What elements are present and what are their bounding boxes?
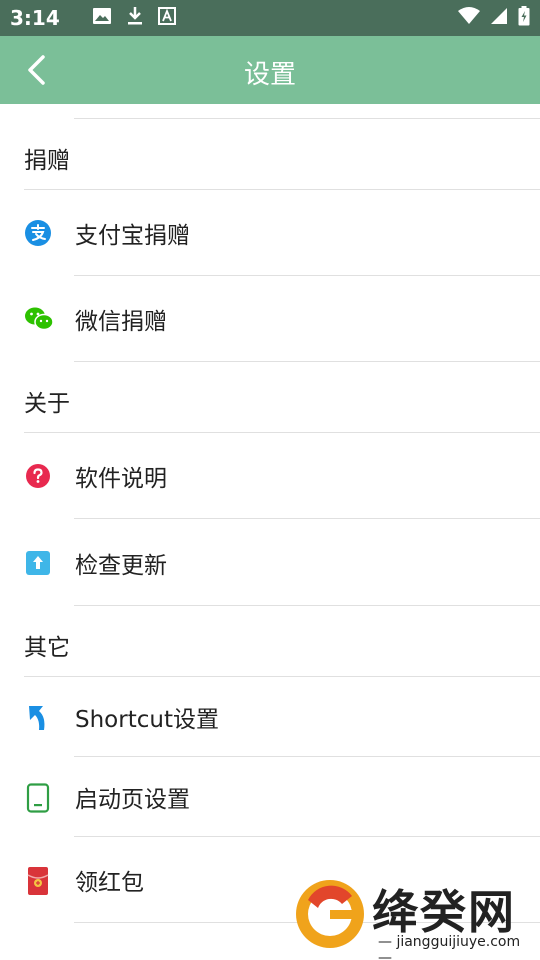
settings-item-label: 支付宝捐赠 <box>75 223 190 249</box>
phone-icon <box>24 783 52 813</box>
shortcut-icon <box>24 703 52 731</box>
wechat-icon <box>24 305 54 333</box>
alipay-icon <box>24 219 52 247</box>
watermark-url: — jiangguijiuye.com — <box>378 934 521 960</box>
update-icon <box>24 549 52 577</box>
watermark-logo-icon <box>296 880 364 948</box>
watermark-url-text: jiangguijiuye.com <box>396 934 521 950</box>
section-header-other: 其它 <box>24 635 70 661</box>
page-title: 设置 <box>243 60 296 90</box>
cell-signal-icon <box>490 7 508 29</box>
red-envelope-icon <box>24 866 52 895</box>
watermark: 绛癸网 — jiangguijiuye.com — <box>292 874 532 960</box>
settings-item-splash-page[interactable]: 启动页设置 <box>0 757 540 837</box>
download-notification-icon <box>126 6 144 30</box>
divider <box>74 518 540 519</box>
settings-item-shortcut[interactable]: Shortcut设置 <box>0 677 540 757</box>
status-left: 3:14 <box>10 6 176 30</box>
status-right <box>458 6 530 30</box>
settings-item-app-description[interactable]: 软件说明 <box>0 433 540 519</box>
status-bar: 3:14 <box>0 0 540 36</box>
image-notification-icon <box>92 7 112 29</box>
watermark-brand: 绛癸网 <box>372 885 516 939</box>
settings-item-label: 软件说明 <box>75 466 167 492</box>
divider <box>74 361 540 362</box>
settings-item-label: 领红包 <box>75 870 144 896</box>
settings-item-alipay-donate[interactable]: 支付宝捐赠 <box>0 190 540 276</box>
battery-icon <box>518 6 530 30</box>
divider <box>74 118 540 119</box>
help-icon <box>24 462 52 490</box>
app-bar: 设置 <box>0 36 540 104</box>
font-notification-icon <box>157 7 176 29</box>
status-time: 3:14 <box>10 6 60 30</box>
settings-item-check-update[interactable]: 检查更新 <box>0 520 540 606</box>
settings-item-label: 启动页设置 <box>75 787 190 813</box>
divider <box>74 605 540 606</box>
wifi-icon <box>458 7 480 29</box>
settings-item-wechat-donate[interactable]: 微信捐赠 <box>0 276 540 362</box>
section-header-about: 关于 <box>24 391 70 417</box>
settings-item-label: 检查更新 <box>75 553 167 579</box>
settings-item-label: 微信捐赠 <box>75 309 167 335</box>
settings-item-label: Shortcut设置 <box>75 707 219 733</box>
section-header-donate: 捐赠 <box>24 148 70 174</box>
